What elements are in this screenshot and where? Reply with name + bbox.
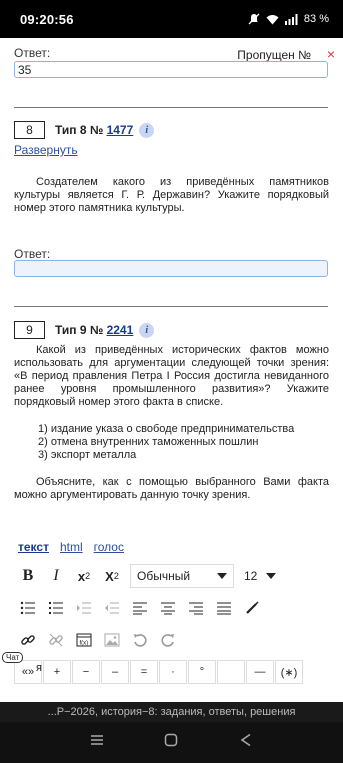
info-icon[interactable]: i bbox=[139, 322, 155, 338]
editor-toolbar-row-3: f(x) bbox=[14, 628, 182, 652]
outdent-icon[interactable] bbox=[98, 596, 126, 620]
formula-icon[interactable]: f(x) bbox=[70, 628, 98, 652]
superscript-button[interactable]: x2 bbox=[70, 564, 98, 588]
task-8-text: Создателем какого из приведённых памятни… bbox=[14, 176, 329, 214]
task-id-link[interactable]: 1477 bbox=[107, 123, 134, 137]
list-item: 1) издание указа о свободе предпринимате… bbox=[38, 423, 295, 435]
align-justify-icon[interactable] bbox=[210, 596, 238, 620]
mute-icon bbox=[248, 13, 260, 25]
symbol-button[interactable]: – bbox=[101, 660, 129, 684]
info-icon[interactable]: i bbox=[139, 122, 155, 138]
recent-apps-icon[interactable] bbox=[90, 733, 104, 752]
symbol-button[interactable]: = bbox=[130, 660, 158, 684]
task-9-header: 9 Тип 9 № 2241 i bbox=[14, 321, 155, 339]
tab-html[interactable]: html bbox=[60, 540, 83, 554]
task-type: Тип 9 № 2241 bbox=[55, 323, 133, 337]
task-type-prefix: Тип 8 № bbox=[55, 123, 107, 137]
link-icon[interactable] bbox=[14, 628, 42, 652]
facts-list: 1) издание указа о свободе предпринимате… bbox=[38, 423, 294, 462]
superscript-mark: 2 bbox=[85, 571, 91, 581]
home-icon[interactable] bbox=[164, 733, 178, 752]
symbol-button[interactable]: — bbox=[246, 660, 274, 684]
font-select[interactable]: Обычный bbox=[130, 564, 234, 588]
symbol-button-partial[interactable]: я bbox=[36, 662, 42, 674]
redo-icon[interactable] bbox=[154, 628, 182, 652]
task-type: Тип 8 № 1477 bbox=[55, 123, 133, 137]
superscript-base: x bbox=[77, 568, 86, 584]
symbol-button[interactable]: ° bbox=[188, 660, 216, 684]
tab-text[interactable]: текст bbox=[18, 540, 49, 554]
task-8-header: 8 Тип 8 № 1477 i bbox=[14, 121, 155, 139]
editor-symbols-row: «» + − – = · ° — (∗) bbox=[14, 660, 304, 684]
editor-mode-tabs: текст html голос bbox=[18, 540, 124, 554]
status-bar: 09:20:56 83 % bbox=[0, 0, 343, 38]
task-9-text: Какой из приведённых исторических фактов… bbox=[14, 344, 329, 408]
unlink-icon[interactable] bbox=[42, 628, 70, 652]
font-value: Обычный bbox=[137, 569, 191, 583]
task-9-explain: Объясните, как с помощью выбранного Вами… bbox=[14, 476, 329, 501]
task-id-link[interactable]: 2241 bbox=[107, 323, 134, 337]
chevron-down-icon bbox=[217, 573, 227, 579]
task-number: 9 bbox=[14, 321, 45, 339]
subscript-mark: 2 bbox=[113, 571, 119, 581]
status-time: 09:20:56 bbox=[20, 11, 74, 27]
italic-button[interactable]: I bbox=[42, 564, 70, 588]
bullet-list-icon[interactable] bbox=[14, 596, 42, 620]
url-bar[interactable]: ...Р−2026, история−8: задания, ответы, р… bbox=[0, 702, 343, 722]
url-text: ...Р−2026, история−8: задания, ответы, р… bbox=[47, 706, 296, 718]
chat-button[interactable]: Чат bbox=[2, 652, 24, 663]
back-icon[interactable] bbox=[239, 733, 253, 752]
svg-text:f(x): f(x) bbox=[80, 641, 89, 647]
divider bbox=[14, 306, 328, 307]
image-icon[interactable] bbox=[98, 628, 126, 652]
editor-toolbar-row-1: B I x2 X2 Обычный 12 bbox=[14, 564, 280, 588]
symbol-button[interactable]: (∗) bbox=[275, 660, 303, 684]
symbol-button[interactable]: · bbox=[159, 660, 187, 684]
signal-icon bbox=[284, 13, 298, 25]
align-center-icon[interactable] bbox=[154, 596, 182, 620]
list-item: 2) отмена внутренних таможенных пошлин bbox=[38, 436, 259, 448]
task-number: 8 bbox=[14, 121, 45, 139]
bold-button[interactable]: B bbox=[14, 564, 42, 588]
symbol-button[interactable]: − bbox=[72, 660, 100, 684]
expand-link[interactable]: Развернуть bbox=[14, 143, 78, 157]
tab-voice[interactable]: голос bbox=[94, 540, 124, 554]
subscript-button[interactable]: X2 bbox=[98, 564, 126, 588]
symbol-button[interactable] bbox=[217, 660, 245, 684]
task-8-answer-input[interactable] bbox=[14, 260, 328, 277]
list-item: 3) экспорт металла bbox=[38, 449, 137, 461]
status-icons: 83 % bbox=[248, 13, 329, 25]
align-left-icon[interactable] bbox=[126, 596, 154, 620]
subscript-base: X bbox=[105, 568, 114, 584]
brush-icon[interactable] bbox=[238, 596, 266, 620]
navigation-bar bbox=[0, 722, 343, 763]
numbered-list-icon[interactable] bbox=[42, 596, 70, 620]
divider bbox=[14, 107, 328, 108]
task-8-answer-label: Ответ: bbox=[14, 247, 51, 261]
size-value: 12 bbox=[244, 569, 258, 583]
battery-level: 83 % bbox=[303, 13, 329, 25]
chevron-down-icon bbox=[266, 573, 276, 579]
wifi-icon bbox=[266, 14, 279, 25]
prev-answer-label: Ответ: bbox=[14, 46, 51, 60]
align-right-icon[interactable] bbox=[182, 596, 210, 620]
close-icon[interactable]: × bbox=[327, 46, 335, 62]
editor-toolbar-row-2 bbox=[14, 596, 266, 620]
page-content: Ответ: Пропущен № × 8 Тип 8 № 1477 i Раз… bbox=[0, 38, 343, 702]
prev-answer-input[interactable] bbox=[14, 61, 328, 78]
indent-icon[interactable] bbox=[70, 596, 98, 620]
undo-icon[interactable] bbox=[126, 628, 154, 652]
task-type-prefix: Тип 9 № bbox=[55, 323, 107, 337]
skipped-label: Пропущен № bbox=[237, 48, 311, 62]
size-select[interactable]: 12 bbox=[240, 564, 280, 588]
symbol-button[interactable]: + bbox=[43, 660, 71, 684]
